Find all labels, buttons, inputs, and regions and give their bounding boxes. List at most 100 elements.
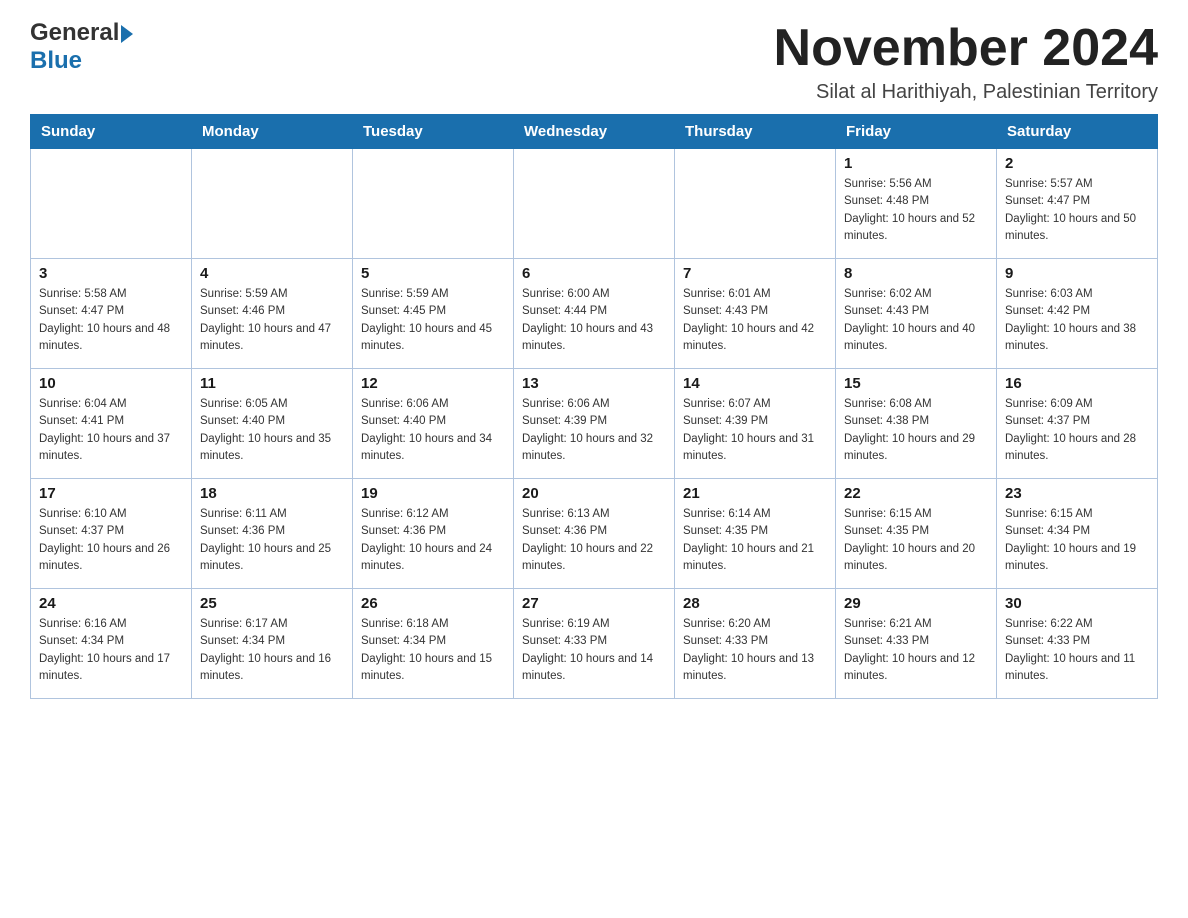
day-info: Sunrise: 5:58 AM Sunset: 4:47 PM Dayligh… — [39, 286, 183, 355]
day-info: Sunrise: 6:02 AM Sunset: 4:43 PM Dayligh… — [844, 286, 988, 355]
calendar-row: 10 Sunrise: 6:04 AM Sunset: 4:41 PM Dayli… — [31, 369, 1158, 479]
day-number: 12 — [361, 375, 505, 392]
day-number: 10 — [39, 375, 183, 392]
day-number: 19 — [361, 485, 505, 502]
day-info: Sunrise: 6:12 AM Sunset: 4:36 PM Dayligh… — [361, 506, 505, 575]
day-info: Sunrise: 6:06 AM Sunset: 4:40 PM Dayligh… — [361, 396, 505, 465]
table-row: 9 Sunrise: 6:03 AM Sunset: 4:42 PM Daylig… — [997, 259, 1158, 369]
table-row: 13 Sunrise: 6:06 AM Sunset: 4:39 PM Dayli… — [514, 369, 675, 479]
day-number: 6 — [522, 265, 666, 282]
day-number: 26 — [361, 595, 505, 612]
table-row: 1 Sunrise: 5:56 AM Sunset: 4:48 PM Daylig… — [836, 149, 997, 259]
day-info: Sunrise: 6:13 AM Sunset: 4:36 PM Dayligh… — [522, 506, 666, 575]
day-number: 27 — [522, 595, 666, 612]
table-row: 14 Sunrise: 6:07 AM Sunset: 4:39 PM Dayli… — [675, 369, 836, 479]
table-row: 17 Sunrise: 6:10 AM Sunset: 4:37 PM Dayli… — [31, 479, 192, 589]
calendar-row: 1 Sunrise: 5:56 AM Sunset: 4:48 PM Daylig… — [31, 149, 1158, 259]
day-number: 29 — [844, 595, 988, 612]
day-info: Sunrise: 6:04 AM Sunset: 4:41 PM Dayligh… — [39, 396, 183, 465]
day-info: Sunrise: 6:16 AM Sunset: 4:34 PM Dayligh… — [39, 616, 183, 685]
day-info: Sunrise: 6:07 AM Sunset: 4:39 PM Dayligh… — [683, 396, 827, 465]
col-thursday: Thursday — [675, 115, 836, 149]
day-number: 30 — [1005, 595, 1149, 612]
day-info: Sunrise: 5:56 AM Sunset: 4:48 PM Dayligh… — [844, 176, 988, 245]
day-number: 16 — [1005, 375, 1149, 392]
table-row: 29 Sunrise: 6:21 AM Sunset: 4:33 PM Dayli… — [836, 589, 997, 699]
day-info: Sunrise: 6:21 AM Sunset: 4:33 PM Dayligh… — [844, 616, 988, 685]
table-row: 16Sunrise: 6:09 AM Sunset: 4:37 PM Dayli… — [997, 369, 1158, 479]
col-saturday: Saturday — [997, 115, 1158, 149]
table-row: 12 Sunrise: 6:06 AM Sunset: 4:40 PM Dayli… — [353, 369, 514, 479]
calendar-row: 24 Sunrise: 6:16 AM Sunset: 4:34 PM Dayli… — [31, 589, 1158, 699]
day-info: Sunrise: 6:11 AM Sunset: 4:36 PM Dayligh… — [200, 506, 344, 575]
day-number: 21 — [683, 485, 827, 502]
table-row: 5 Sunrise: 5:59 AM Sunset: 4:45 PM Daylig… — [353, 259, 514, 369]
calendar-row: 3Sunrise: 5:58 AM Sunset: 4:47 PM Daylig… — [31, 259, 1158, 369]
day-number: 25 — [200, 595, 344, 612]
day-info: Sunrise: 6:05 AM Sunset: 4:40 PM Dayligh… — [200, 396, 344, 465]
day-info: Sunrise: 6:15 AM Sunset: 4:35 PM Dayligh… — [844, 506, 988, 575]
day-number: 2 — [1005, 155, 1149, 172]
table-row: 24 Sunrise: 6:16 AM Sunset: 4:34 PM Dayli… — [31, 589, 192, 699]
day-number: 22 — [844, 485, 988, 502]
day-number: 14 — [683, 375, 827, 392]
day-info: Sunrise: 5:59 AM Sunset: 4:45 PM Dayligh… — [361, 286, 505, 355]
table-row — [192, 149, 353, 259]
day-number: 28 — [683, 595, 827, 612]
day-number: 9 — [1005, 265, 1149, 282]
table-row: 6 Sunrise: 6:00 AM Sunset: 4:44 PM Daylig… — [514, 259, 675, 369]
table-row: 10 Sunrise: 6:04 AM Sunset: 4:41 PM Dayli… — [31, 369, 192, 479]
table-row: 15Sunrise: 6:08 AM Sunset: 4:38 PM Dayli… — [836, 369, 997, 479]
table-row: 19 Sunrise: 6:12 AM Sunset: 4:36 PM Dayli… — [353, 479, 514, 589]
table-row: 20Sunrise: 6:13 AM Sunset: 4:36 PM Dayli… — [514, 479, 675, 589]
table-row: 27 Sunrise: 6:19 AM Sunset: 4:33 PM Dayli… — [514, 589, 675, 699]
day-number: 18 — [200, 485, 344, 502]
day-info: Sunrise: 6:22 AM Sunset: 4:33 PM Dayligh… — [1005, 616, 1149, 685]
title-block: November 2024 Silat al Harithiyah, Pales… — [774, 20, 1158, 104]
table-row: 21Sunrise: 6:14 AM Sunset: 4:35 PM Dayli… — [675, 479, 836, 589]
day-info: Sunrise: 6:03 AM Sunset: 4:42 PM Dayligh… — [1005, 286, 1149, 355]
col-friday: Friday — [836, 115, 997, 149]
day-info: Sunrise: 6:08 AM Sunset: 4:38 PM Dayligh… — [844, 396, 988, 465]
day-number: 17 — [39, 485, 183, 502]
table-row — [31, 149, 192, 259]
calendar-header-row: Sunday Monday Tuesday Wednesday Thursday… — [31, 115, 1158, 149]
day-info: Sunrise: 6:10 AM Sunset: 4:37 PM Dayligh… — [39, 506, 183, 575]
col-wednesday: Wednesday — [514, 115, 675, 149]
table-row — [514, 149, 675, 259]
day-info: Sunrise: 6:19 AM Sunset: 4:33 PM Dayligh… — [522, 616, 666, 685]
day-number: 8 — [844, 265, 988, 282]
day-info: Sunrise: 5:57 AM Sunset: 4:47 PM Dayligh… — [1005, 176, 1149, 245]
day-number: 4 — [200, 265, 344, 282]
table-row: 26 Sunrise: 6:18 AM Sunset: 4:34 PM Dayli… — [353, 589, 514, 699]
day-number: 7 — [683, 265, 827, 282]
month-year-title: November 2024 — [774, 20, 1158, 77]
table-row: 2 Sunrise: 5:57 AM Sunset: 4:47 PM Daylig… — [997, 149, 1158, 259]
table-row: 23 Sunrise: 6:15 AM Sunset: 4:34 PM Dayli… — [997, 479, 1158, 589]
col-tuesday: Tuesday — [353, 115, 514, 149]
col-sunday: Sunday — [31, 115, 192, 149]
day-info: Sunrise: 6:01 AM Sunset: 4:43 PM Dayligh… — [683, 286, 827, 355]
logo-blue: Blue — [30, 47, 82, 74]
day-info: Sunrise: 6:18 AM Sunset: 4:34 PM Dayligh… — [361, 616, 505, 685]
day-info: Sunrise: 6:06 AM Sunset: 4:39 PM Dayligh… — [522, 396, 666, 465]
table-row: 28 Sunrise: 6:20 AM Sunset: 4:33 PM Dayli… — [675, 589, 836, 699]
calendar-table: Sunday Monday Tuesday Wednesday Thursday… — [30, 114, 1158, 699]
day-number: 5 — [361, 265, 505, 282]
table-row: 8 Sunrise: 6:02 AM Sunset: 4:43 PM Daylig… — [836, 259, 997, 369]
day-number: 11 — [200, 375, 344, 392]
table-row — [353, 149, 514, 259]
table-row: 25 Sunrise: 6:17 AM Sunset: 4:34 PM Dayli… — [192, 589, 353, 699]
logo: General Blue — [30, 20, 133, 75]
day-info: Sunrise: 6:15 AM Sunset: 4:34 PM Dayligh… — [1005, 506, 1149, 575]
day-number: 23 — [1005, 485, 1149, 502]
day-info: Sunrise: 6:20 AM Sunset: 4:33 PM Dayligh… — [683, 616, 827, 685]
table-row: 22 Sunrise: 6:15 AM Sunset: 4:35 PM Dayli… — [836, 479, 997, 589]
day-number: 1 — [844, 155, 988, 172]
day-info: Sunrise: 6:00 AM Sunset: 4:44 PM Dayligh… — [522, 286, 666, 355]
day-number: 13 — [522, 375, 666, 392]
day-info: Sunrise: 6:17 AM Sunset: 4:34 PM Dayligh… — [200, 616, 344, 685]
table-row: 7 Sunrise: 6:01 AM Sunset: 4:43 PM Daylig… — [675, 259, 836, 369]
day-number: 24 — [39, 595, 183, 612]
table-row: 4Sunrise: 5:59 AM Sunset: 4:46 PM Daylig… — [192, 259, 353, 369]
